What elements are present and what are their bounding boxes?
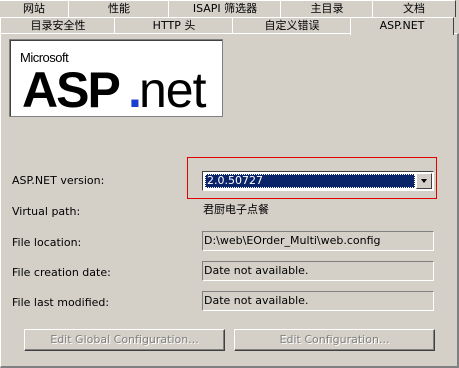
dropdown-arrow-icon[interactable] (416, 173, 432, 189)
logo-asp-text: ASP (22, 62, 121, 118)
tab-directory-security[interactable]: 目录安全性 (0, 17, 116, 34)
file-creation-date-label: File creation date: (12, 266, 111, 279)
file-last-modified-label: File last modified: (12, 296, 110, 309)
tab-http-headers[interactable]: HTTP 头 (114, 17, 234, 34)
virtual-path-label: Virtual path: (12, 205, 81, 218)
tab-custom-errors[interactable]: 自定义错误 (232, 17, 352, 34)
aspnet-version-select[interactable]: 2.0.50727 (202, 171, 434, 191)
file-creation-date-field[interactable]: Date not available. (202, 261, 434, 281)
tab-documents[interactable]: 文档 (372, 0, 456, 17)
edit-configuration-button[interactable]: Edit Configuration... (234, 329, 435, 351)
tab-website[interactable]: 网站 (0, 0, 70, 17)
virtual-path-value: 君厨电子点餐 (202, 201, 434, 221)
tab-row-back: 网站 性能 ISAPI 筛选器 主目录 文档 (0, 0, 459, 17)
logo-net-text: net (139, 62, 207, 118)
tab-aspnet[interactable]: ASP.NET (350, 17, 454, 35)
file-location-label: File location: (12, 236, 82, 249)
aspnet-logo: Microsoft ASP . net (9, 39, 223, 118)
edit-global-configuration-button[interactable]: Edit Global Configuration... (24, 329, 225, 351)
tab-row-front: 目录安全性 HTTP 头 自定义错误 ASP.NET (0, 17, 459, 35)
file-last-modified-field[interactable]: Date not available. (202, 291, 434, 311)
file-location-field[interactable]: D:\web\EOrder_Multi\web.config (202, 231, 434, 251)
aspnet-version-label: ASP.NET version: (12, 174, 105, 187)
tab-home-directory[interactable]: 主目录 (280, 0, 374, 17)
tab-performance[interactable]: 性能 (68, 0, 170, 17)
aspnet-version-value: 2.0.50727 (205, 174, 415, 188)
tab-isapi-filters[interactable]: ISAPI 筛选器 (168, 0, 282, 17)
